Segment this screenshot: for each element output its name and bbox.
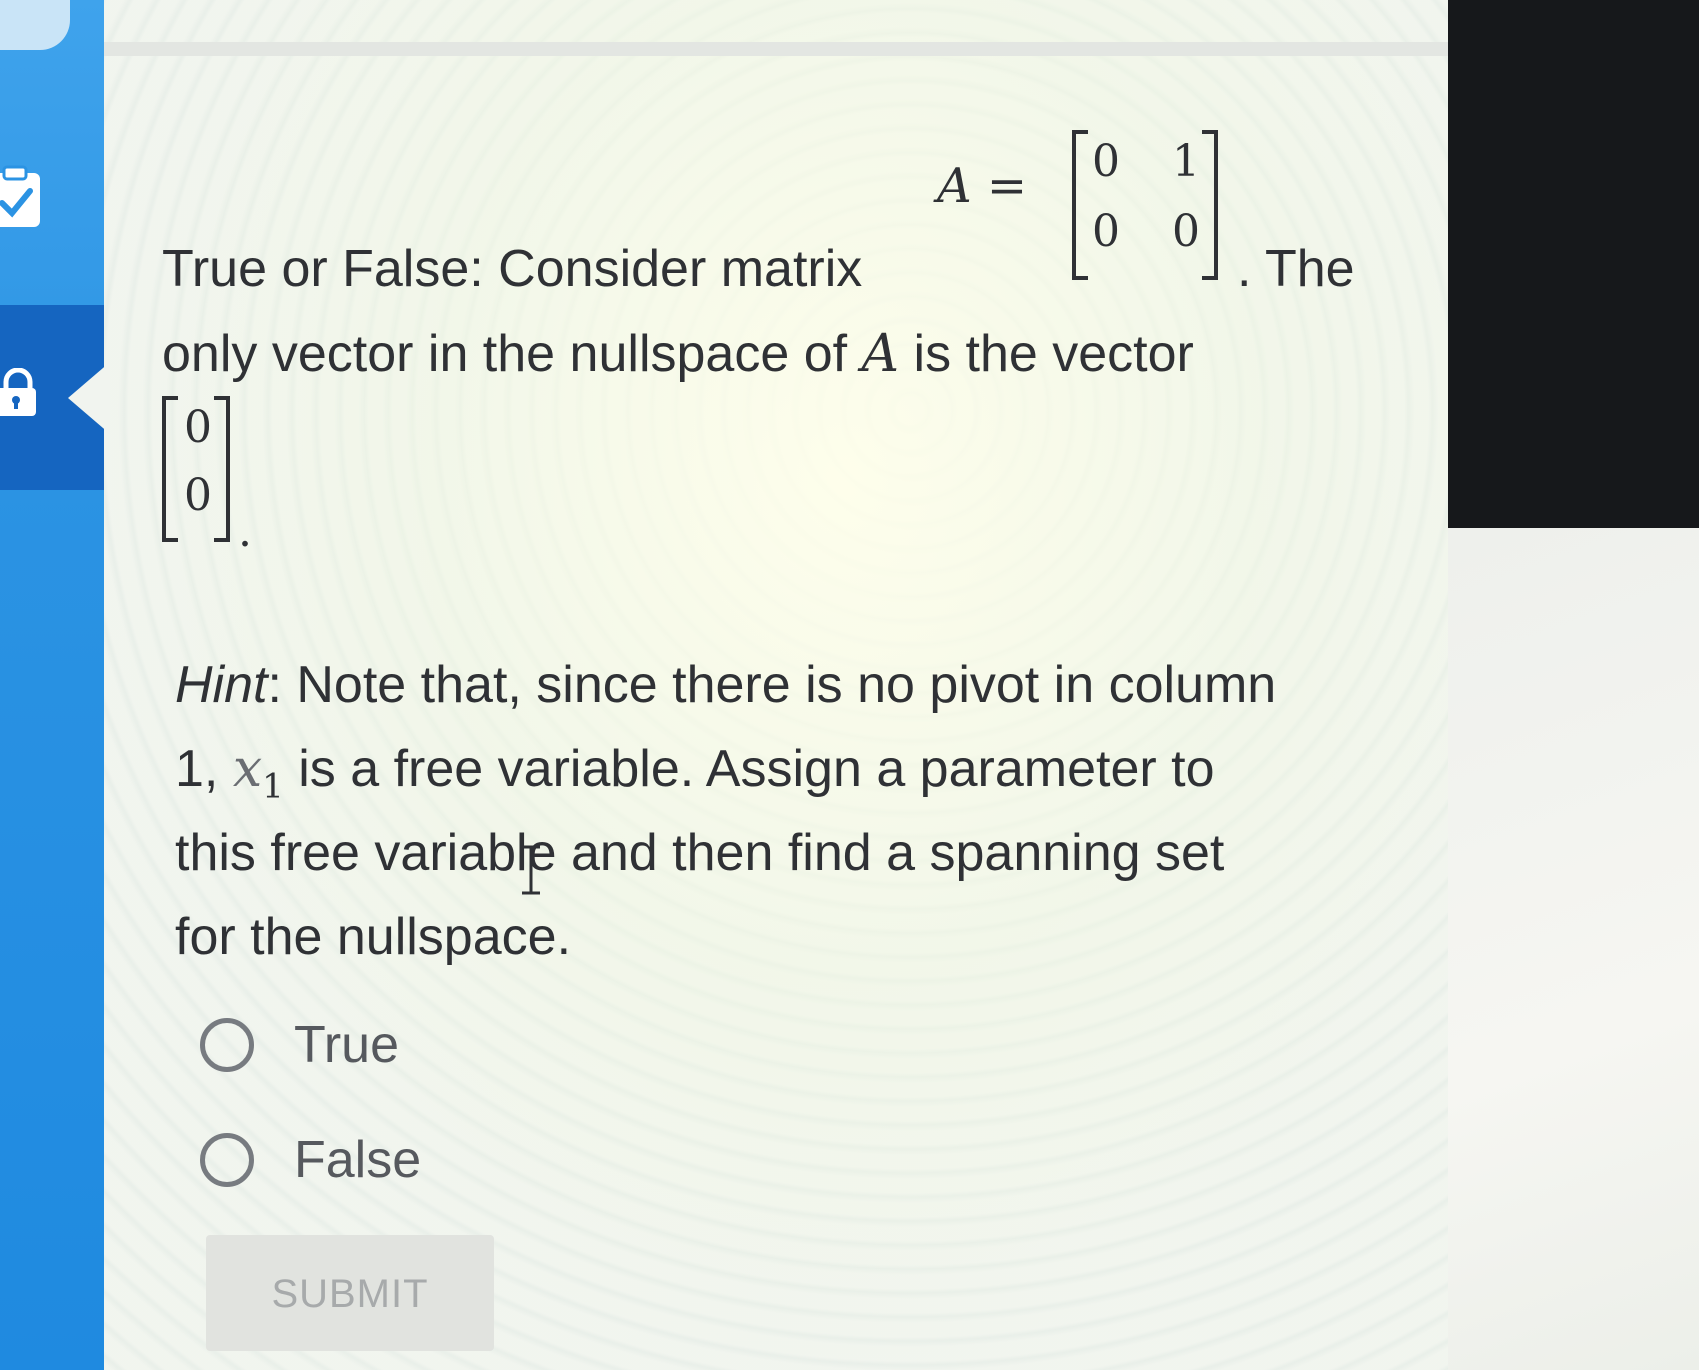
question-line-2-post: is the vector [899,325,1194,383]
variable-a: A [861,324,900,384]
lock-icon [0,368,36,416]
background-dark-region [1448,0,1699,528]
hint-line-1: Hint: Note that, since there is no pivot… [175,655,1276,715]
hint-line-1-rest: : Note that, since there is no pivot in … [267,656,1277,714]
radio-false[interactable] [200,1133,254,1187]
option-true-label[interactable]: True [294,1015,399,1075]
matrix-cell: 0 [1092,136,1120,187]
question-line-1-end: . The [1237,240,1355,298]
hint-line-4: for the nullspace. [175,908,572,966]
matrix-a: 0 1 0 0 [1072,130,1222,280]
vector-right-bracket [214,396,230,542]
variable-x-subscript: 1 [262,766,284,807]
vector-period: . [238,506,252,557]
vector-cell: 0 [184,470,212,521]
option-false[interactable]: False [200,1125,421,1195]
hint-line-2-post: is a free variable. Assign a parameter t… [283,740,1215,798]
submit-button[interactable]: SUBMIT [206,1235,494,1351]
matrix-cell: 1 [1172,136,1200,187]
radio-true[interactable] [200,1018,254,1072]
option-false-label[interactable]: False [294,1130,421,1190]
question-line-2-pre: only vector in the nullspace of [162,325,862,383]
screen: True or False: Consider matrix A = 0 1 0… [0,0,1699,1370]
matrix-cell: 0 [1092,206,1120,257]
hint-line-2: 1, x1 is a free variable. Assign a param… [175,739,1215,806]
vector-cell: 0 [184,402,212,453]
matrix-label: A = [937,158,1028,214]
hint-line-2-pre: 1, [175,740,233,798]
hint-line-3: this free variable and then find a spann… [175,824,1225,882]
variable-x: x [232,739,263,799]
matrix-cell: 0 [1172,206,1200,257]
question-line-2: only vector in the nullspace of A is the… [162,310,1194,398]
vector-left-bracket [162,396,178,542]
zero-vector: 0 0 . [162,396,252,557]
matrix-left-bracket [1072,130,1088,280]
matrix-right-bracket [1202,130,1218,280]
question-line-1: True or False: Consider matrix [162,240,863,298]
rail-active-pointer [68,362,110,434]
hint-label: Hint [175,656,268,714]
clipboard-check-icon[interactable] [0,165,44,229]
text-cursor-icon [522,845,540,895]
rail-top-decoration [0,0,70,50]
option-true[interactable]: True [200,1010,399,1080]
background-right-panel [1448,528,1699,1370]
card-top-divider [104,42,1448,56]
